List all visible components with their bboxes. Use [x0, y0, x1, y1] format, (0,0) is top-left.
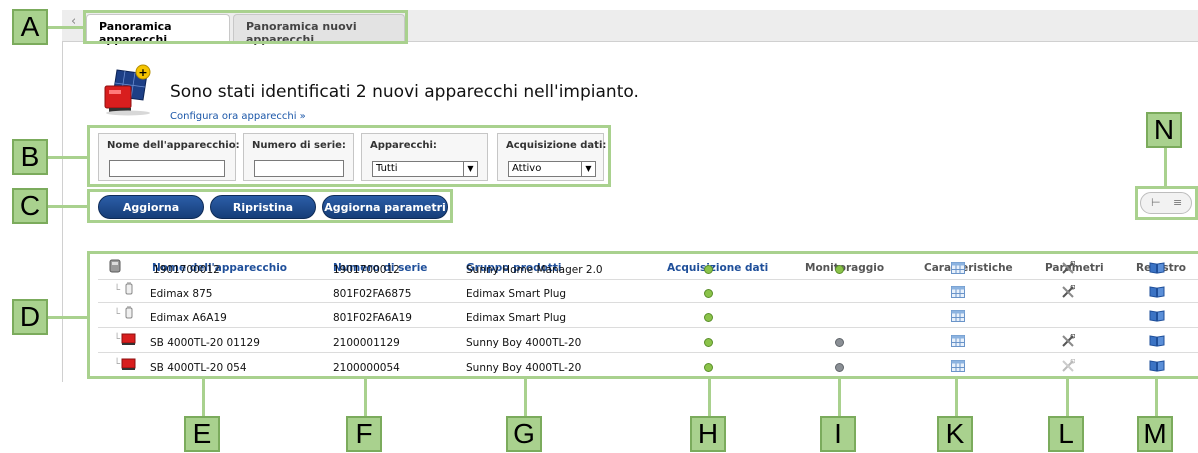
leader-line [708, 379, 711, 417]
highlight-box-view-toggle [1135, 186, 1198, 220]
highlight-box-table [87, 251, 1198, 379]
callout-label: C [12, 188, 48, 224]
leader-line [838, 379, 841, 417]
callout-label: K [937, 416, 973, 452]
leader-line [1155, 379, 1158, 417]
svg-text:+: + [138, 66, 147, 79]
configure-devices-link[interactable]: Configura ora apparecchi » [170, 111, 306, 122]
leader-line [48, 316, 88, 319]
leader-line [202, 379, 205, 417]
callout-label: N [1146, 112, 1182, 148]
leader-line [1066, 379, 1069, 417]
callout-label: L [1048, 416, 1084, 452]
new-device-icon: + [104, 64, 151, 116]
left-divider [62, 42, 63, 382]
leader-line [48, 205, 88, 208]
callout-label: M [1137, 416, 1173, 452]
leader-line [1164, 148, 1167, 187]
callout-label: G [506, 416, 542, 452]
leader-line [48, 26, 84, 29]
highlight-box-filters [87, 125, 611, 187]
leader-line [48, 156, 88, 159]
callout-label: H [690, 416, 726, 452]
callout-label: D [12, 299, 48, 335]
leader-line [524, 379, 527, 417]
leader-line [955, 379, 958, 417]
leader-line [364, 379, 367, 417]
callout-label: E [184, 416, 220, 452]
callout-label: F [346, 416, 382, 452]
callout-label: B [12, 139, 48, 175]
new-devices-message: Sono stati identificati 2 nuovi apparecc… [170, 82, 639, 102]
callout-label: I [820, 416, 856, 452]
highlight-box-tabs [83, 10, 408, 44]
callout-label: A [12, 9, 48, 45]
highlight-box-buttons [87, 189, 453, 223]
